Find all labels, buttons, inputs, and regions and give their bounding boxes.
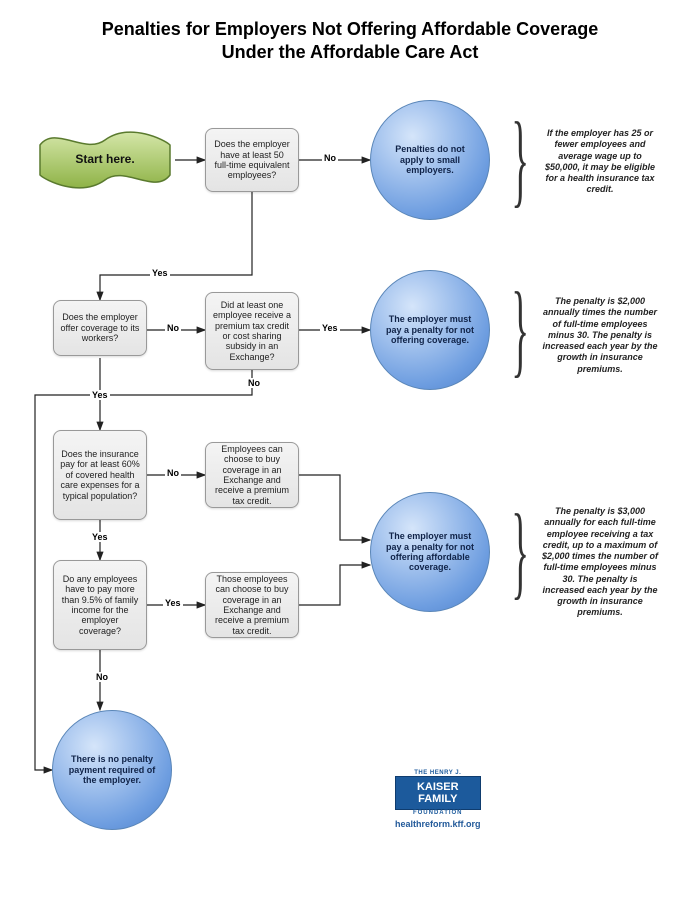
result-small-employer: Penalties do not apply to small employer…	[370, 100, 490, 220]
label-yes: Yes	[163, 598, 183, 608]
logo-url: healthreform.kff.org	[395, 819, 481, 829]
info-exchange-1: Employees can choose to buy coverage in …	[205, 442, 299, 508]
annotation-penalty-2000: The penalty is $2,000 annually times the…	[535, 290, 665, 381]
label-no: No	[165, 468, 181, 478]
annotation-small-employer: If the employer has 25 or fewer employee…	[535, 122, 665, 202]
kaiser-logo: THE HENRY J. KAISERFAMILY FOUNDATION hea…	[395, 770, 481, 829]
result-no-penalty: There is no penalty payment required of …	[52, 710, 172, 830]
annotation-penalty-3000: The penalty is $3,000 annually for each …	[535, 500, 665, 625]
start-node: Start here.	[35, 130, 175, 190]
label-yes: Yes	[320, 323, 340, 333]
label-yes: Yes	[90, 532, 110, 542]
info-exchange-2: Those employees can choose to buy covera…	[205, 572, 299, 638]
label-yes: Yes	[150, 268, 170, 278]
result-penalty-not-offering: The employer must pay a penalty for not …	[370, 270, 490, 390]
result-penalty-not-affordable: The employer must pay a penalty for not …	[370, 492, 490, 612]
brace-icon: }	[511, 268, 529, 389]
decision-60-percent: Does the insurance pay for at least 60% …	[53, 430, 147, 520]
flowchart-canvas: Start here. Does the employer have at le…	[0, 0, 700, 906]
label-no: No	[322, 153, 338, 163]
label-no: No	[165, 323, 181, 333]
brace-icon: }	[511, 98, 529, 219]
brace-icon: }	[511, 490, 529, 611]
decision-50-employees: Does the employer have at least 50 full-…	[205, 128, 299, 192]
label-no: No	[94, 672, 110, 682]
decision-offer-coverage: Does the employer offer coverage to its …	[53, 300, 147, 356]
label-yes: Yes	[90, 390, 110, 400]
decision-premium-credit: Did at least one employee receive a prem…	[205, 292, 299, 370]
label-no: No	[246, 378, 262, 388]
decision-95-percent: Do any employees have to pay more than 9…	[53, 560, 147, 650]
